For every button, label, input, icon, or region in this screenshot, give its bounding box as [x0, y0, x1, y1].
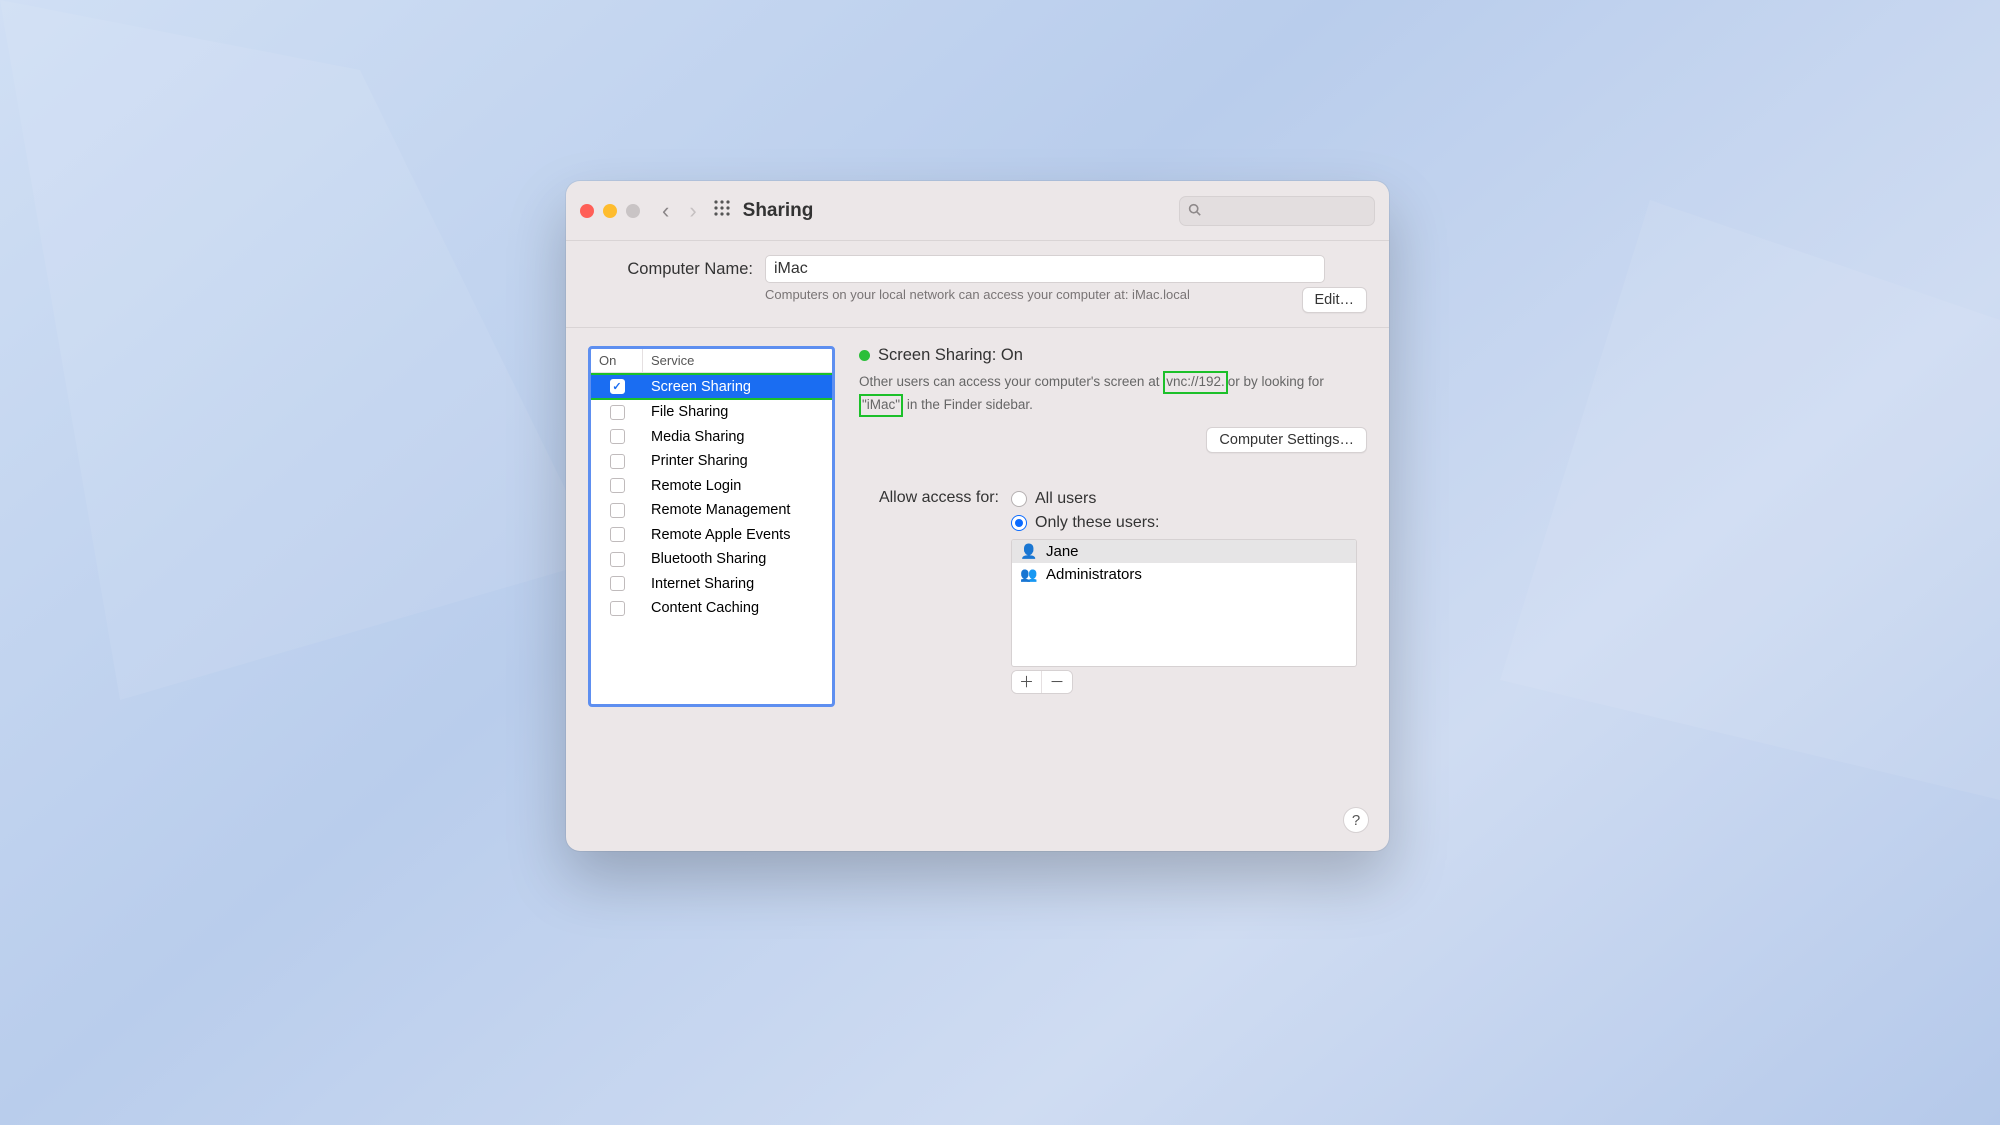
add-user-button[interactable]: ＋: [1012, 671, 1042, 693]
service-row-content-caching[interactable]: Content Caching: [591, 596, 832, 621]
minimize-icon[interactable]: [603, 204, 617, 218]
vnc-address-highlight: vnc://192.: [1163, 371, 1228, 394]
grid-icon[interactable]: [713, 199, 731, 222]
radio-only-users-label: Only these users:: [1035, 514, 1160, 532]
service-checkbox[interactable]: [610, 454, 625, 469]
search-input[interactable]: [1207, 203, 1388, 219]
back-button[interactable]: ‹: [662, 200, 669, 222]
service-label: Remote Apple Events: [643, 527, 832, 543]
service-label: Remote Management: [643, 502, 832, 518]
search-icon: [1188, 203, 1201, 219]
traffic-lights: [580, 204, 640, 218]
computer-name-input[interactable]: [765, 255, 1325, 283]
radio-icon: [1011, 515, 1027, 531]
service-checkbox[interactable]: [610, 552, 625, 567]
service-checkbox[interactable]: [610, 405, 625, 420]
service-row-screen-sharing[interactable]: ✓ Screen Sharing: [591, 373, 832, 400]
service-label: Content Caching: [643, 600, 832, 616]
computer-name-label: Computer Name:: [588, 260, 753, 279]
radio-icon: [1011, 491, 1027, 507]
service-label: Screen Sharing: [643, 379, 832, 395]
service-row-remote-apple-events[interactable]: Remote Apple Events: [591, 523, 832, 548]
radio-only-users[interactable]: Only these users:: [1011, 511, 1367, 535]
user-name: Administrators: [1046, 566, 1142, 583]
computer-settings-button[interactable]: Computer Settings…: [1206, 427, 1367, 453]
radio-all-users-label: All users: [1035, 490, 1096, 508]
services-header-on: On: [591, 349, 643, 372]
service-checkbox[interactable]: [610, 429, 625, 444]
allowed-users-list[interactable]: 👤 Jane 👥 Administrators: [1011, 539, 1357, 667]
service-row-bluetooth-sharing[interactable]: Bluetooth Sharing: [591, 547, 832, 572]
service-row-remote-login[interactable]: Remote Login: [591, 474, 832, 499]
services-list[interactable]: On Service ✓ Screen Sharing File Sharing Me…: [588, 346, 835, 707]
help-button[interactable]: ?: [1343, 807, 1369, 833]
user-name: Jane: [1046, 543, 1079, 560]
service-checkbox[interactable]: [610, 503, 625, 518]
computer-name-section: Computer Name: Computers on your local n…: [566, 241, 1389, 328]
service-checkbox[interactable]: [610, 576, 625, 591]
radio-all-users[interactable]: All users: [1011, 487, 1367, 511]
remove-user-button[interactable]: －: [1042, 671, 1072, 693]
add-remove-buttons: ＋ －: [1011, 670, 1073, 694]
forward-button: ›: [689, 200, 696, 222]
service-checkbox[interactable]: [610, 478, 625, 493]
services-header: On Service: [591, 349, 832, 373]
group-icon: 👥: [1020, 566, 1038, 583]
services-header-service: Service: [643, 349, 832, 372]
status-description: Other users can access your computer's s…: [859, 371, 1367, 417]
service-label: Bluetooth Sharing: [643, 551, 832, 567]
service-label: Remote Login: [643, 478, 832, 494]
zoom-icon: [626, 204, 640, 218]
hostname-highlight: "iMac": [859, 394, 903, 417]
service-checkbox[interactable]: [610, 601, 625, 616]
service-row-file-sharing[interactable]: File Sharing: [591, 400, 832, 425]
edit-button[interactable]: Edit…: [1302, 287, 1368, 313]
service-row-remote-management[interactable]: Remote Management: [591, 498, 832, 523]
status-title: Screen Sharing: On: [878, 346, 1023, 365]
service-checkbox[interactable]: [610, 527, 625, 542]
window-title: Sharing: [743, 200, 1179, 222]
close-icon[interactable]: [580, 204, 594, 218]
service-row-media-sharing[interactable]: Media Sharing: [591, 425, 832, 450]
nav-buttons: ‹ ›: [662, 200, 697, 222]
person-icon: 👤: [1020, 543, 1038, 560]
allow-access-label: Allow access for:: [859, 487, 999, 694]
service-label: File Sharing: [643, 404, 832, 420]
service-detail: Screen Sharing: On Other users can acces…: [859, 346, 1367, 694]
service-row-internet-sharing[interactable]: Internet Sharing: [591, 572, 832, 597]
titlebar: ‹ › Sharing ✕: [566, 181, 1389, 241]
service-label: Printer Sharing: [643, 453, 832, 469]
user-row[interactable]: 👤 Jane: [1012, 540, 1356, 563]
service-checkbox[interactable]: ✓: [610, 379, 625, 394]
service-row-printer-sharing[interactable]: Printer Sharing: [591, 449, 832, 474]
service-label: Media Sharing: [643, 429, 832, 445]
status-indicator-icon: [859, 350, 870, 361]
user-row[interactable]: 👥 Administrators: [1012, 563, 1356, 586]
computer-name-subtext: Computers on your local network can acce…: [765, 287, 1190, 304]
sharing-window: ‹ › Sharing ✕ Computer Name: Computers o…: [566, 181, 1389, 851]
service-label: Internet Sharing: [643, 576, 832, 592]
search-field[interactable]: ✕: [1179, 196, 1375, 226]
